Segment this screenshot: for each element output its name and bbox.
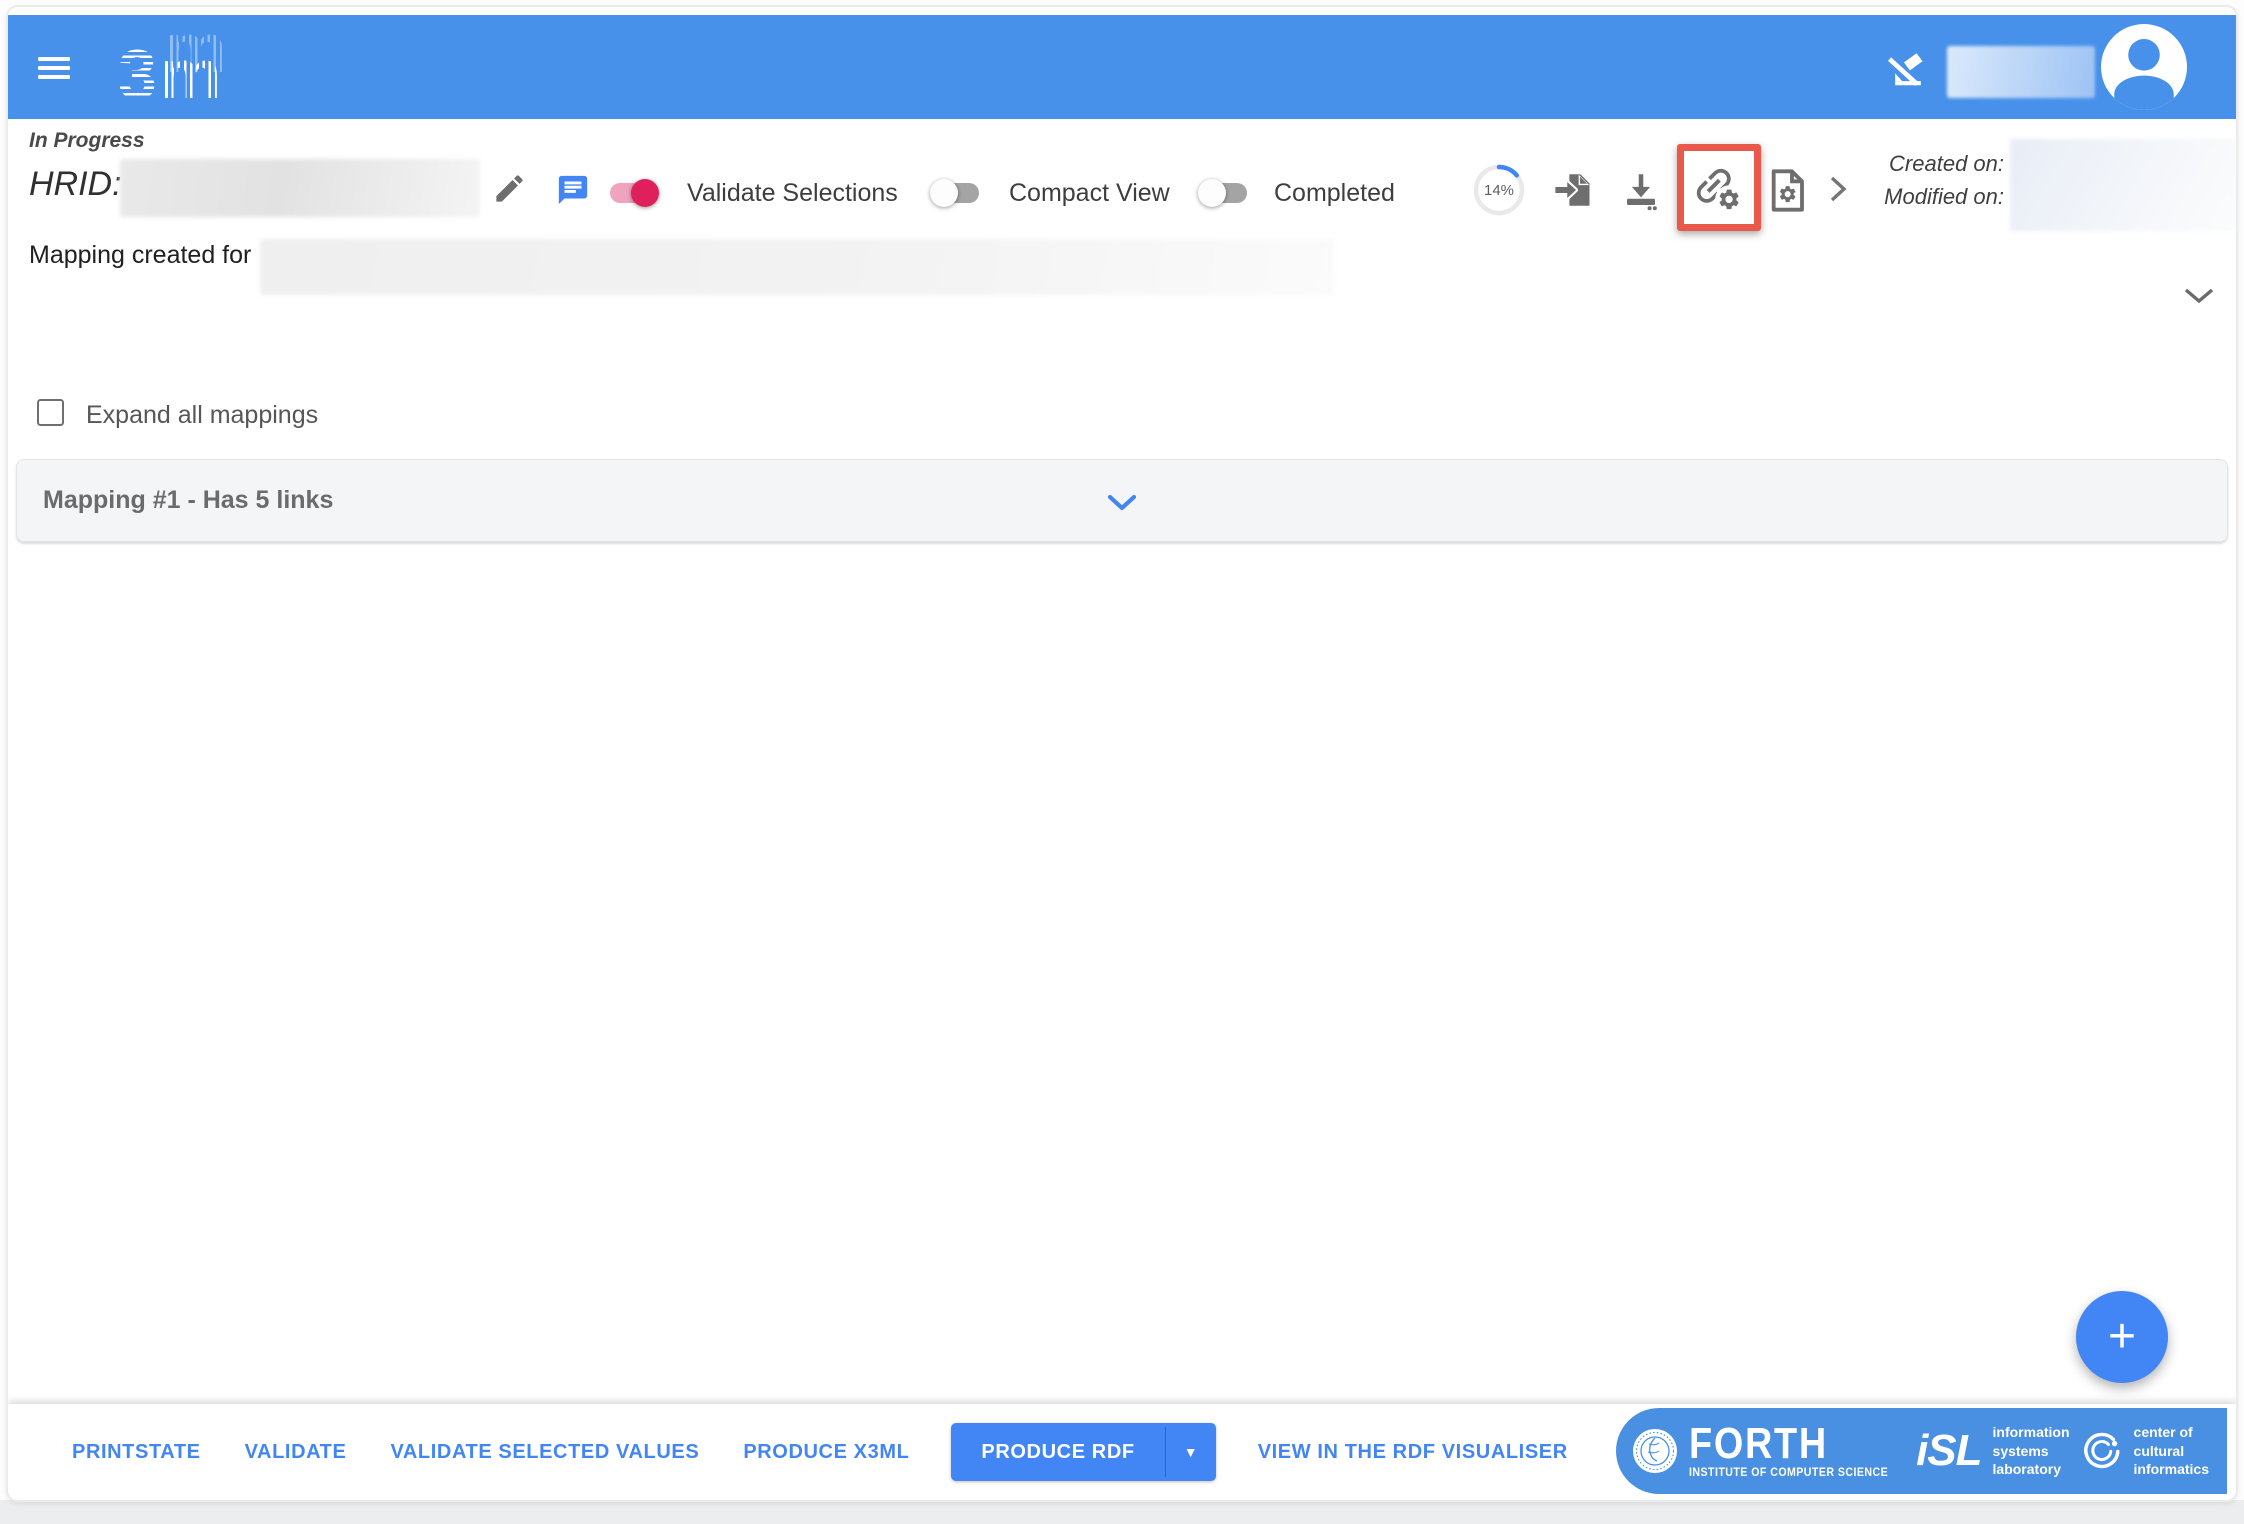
modified-on-label: Modified on: bbox=[1884, 180, 2004, 213]
mapping-created-for-redacted bbox=[260, 239, 1334, 295]
mapping-title: Mapping #1 - Has 5 links bbox=[43, 486, 333, 515]
mapping-accordion[interactable]: Mapping #1 - Has 5 links bbox=[16, 459, 2228, 542]
chevron-down-icon bbox=[2182, 287, 2216, 307]
isl-wordmark: iSL bbox=[1916, 1429, 1981, 1473]
edit-off-icon[interactable] bbox=[1886, 49, 1930, 93]
app-header: m 3 m bbox=[8, 15, 2236, 119]
download-icon bbox=[1620, 169, 1662, 211]
edit-hrid-button[interactable] bbox=[492, 171, 527, 206]
toggle-validate-selections-label: Validate Selections bbox=[687, 179, 898, 208]
validate-button[interactable]: VALIDATE bbox=[243, 1437, 349, 1468]
dates-labels: Created on: Modified on: bbox=[1884, 147, 2004, 213]
expand-all-checkbox[interactable] bbox=[37, 399, 64, 426]
logo-glyph-m: m bbox=[159, 37, 221, 111]
user-avatar[interactable] bbox=[2101, 24, 2187, 110]
logo-glyph-3: 3 bbox=[118, 37, 157, 111]
produce-rdf-button[interactable]: PRODUCE RDF bbox=[951, 1423, 1164, 1481]
expand-mapping-button[interactable] bbox=[1104, 492, 1140, 515]
file-gear-icon bbox=[1767, 167, 1807, 214]
produce-rdf-split-button: PRODUCE RDF ▼ bbox=[951, 1423, 1215, 1481]
hrid-label: HRID: bbox=[29, 165, 122, 204]
hrid-value-redacted bbox=[120, 159, 480, 217]
toggle-validate-selections[interactable] bbox=[610, 183, 656, 203]
printstate-button[interactable]: PRINTSTATE bbox=[70, 1437, 203, 1468]
cci-logo-icon bbox=[2081, 1430, 2123, 1472]
toggle-completed[interactable] bbox=[1201, 183, 1247, 203]
generate-links-button[interactable] bbox=[1693, 162, 1745, 214]
produce-x3ml-button[interactable]: PRODUCE X3ML bbox=[741, 1437, 911, 1468]
validate-selected-values-button[interactable]: VALIDATE SELECTED VALUES bbox=[388, 1437, 701, 1468]
forth-logo-text: FORTH INSTITUTE OF COMPUTER SCIENCE bbox=[1689, 1424, 1905, 1479]
completion-progress-ring: 14% bbox=[1472, 163, 1526, 217]
status-label: In Progress bbox=[29, 129, 145, 153]
app-logo-3m: m 3 m bbox=[118, 27, 221, 111]
toggle-completed-label: Completed bbox=[1274, 179, 1395, 208]
highlight-box bbox=[1677, 144, 1761, 231]
expand-all-label: Expand all mappings bbox=[86, 401, 318, 430]
add-mapping-fab[interactable]: + bbox=[2076, 1291, 2168, 1383]
expand-toolbar-button[interactable] bbox=[1828, 173, 1848, 205]
username-redacted bbox=[1947, 46, 2095, 98]
progress-percent: 14% bbox=[1472, 163, 1526, 217]
isl-subtitle: information systems laboratory bbox=[1993, 1423, 2070, 1478]
forth-wordmark: FORTH bbox=[1689, 1424, 1828, 1464]
collapse-section-button[interactable] bbox=[2178, 283, 2220, 311]
link-gear-icon bbox=[1693, 162, 1745, 214]
caret-down-icon: ▼ bbox=[1184, 1444, 1198, 1460]
mapping-created-for-label: Mapping created for bbox=[29, 241, 251, 270]
dates-values-redacted bbox=[2010, 139, 2236, 231]
import-file-icon bbox=[1551, 169, 1593, 211]
pencil-icon bbox=[492, 171, 527, 206]
hamburger-icon bbox=[38, 57, 70, 61]
cci-subtitle: center of cultural informatics bbox=[2134, 1423, 2209, 1478]
produce-rdf-dropdown-button[interactable]: ▼ bbox=[1166, 1423, 1216, 1481]
screenshot-canvas: m 3 m In Progress HRI bbox=[0, 0, 2244, 1524]
created-on-label: Created on: bbox=[1884, 147, 2004, 180]
forth-subtitle: INSTITUTE OF COMPUTER SCIENCE bbox=[1689, 1467, 1888, 1479]
forth-seal-icon bbox=[1632, 1428, 1678, 1474]
chat-icon bbox=[556, 173, 590, 207]
download-button[interactable] bbox=[1620, 169, 1662, 211]
chevron-down-blue-icon bbox=[1106, 494, 1138, 513]
chevron-right-icon bbox=[1828, 173, 1848, 205]
plus-icon: + bbox=[2108, 1310, 2136, 1363]
bottom-action-bar: PRINTSTATE VALIDATE VALIDATE SELECTED VA… bbox=[8, 1404, 2236, 1500]
menu-button[interactable] bbox=[34, 47, 80, 89]
forth-branding-block: FORTH INSTITUTE OF COMPUTER SCIENCE iSL … bbox=[1616, 1408, 2227, 1494]
window-bottom-gap bbox=[0, 1500, 2244, 1524]
app-window: m 3 m In Progress HRI bbox=[6, 5, 2238, 1502]
toggle-compact-view-label: Compact View bbox=[1009, 179, 1170, 208]
toggle-compact-view[interactable] bbox=[933, 183, 979, 203]
view-rdf-visualiser-button[interactable]: VIEW IN THE RDF VISUALISER bbox=[1256, 1437, 1570, 1468]
person-icon bbox=[2101, 24, 2187, 110]
comments-button[interactable] bbox=[556, 173, 590, 207]
import-button[interactable] bbox=[1551, 169, 1593, 211]
x3ml-settings-button[interactable] bbox=[1767, 167, 1807, 214]
